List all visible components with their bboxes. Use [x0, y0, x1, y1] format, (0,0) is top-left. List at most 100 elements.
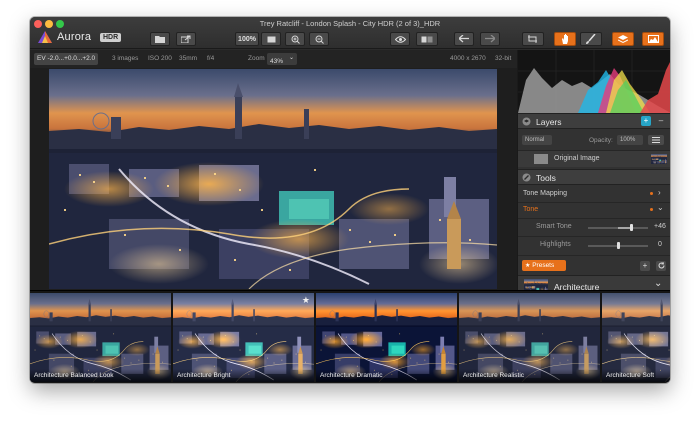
zoom-label: Zoom	[248, 55, 265, 62]
star-icon: ★	[525, 263, 531, 269]
zoom-100-label: 100%	[238, 35, 256, 43]
main-photo	[49, 69, 497, 289]
blend-mode-select[interactable]: Normal	[522, 135, 552, 145]
tools-header[interactable]: Tools	[518, 169, 670, 185]
app-badge: HDR	[100, 33, 122, 42]
right-panel: Layers + – Normal Opacity: 100% Original…	[517, 50, 670, 297]
fit-screen-icon	[267, 36, 275, 42]
undo-button[interactable]	[454, 32, 474, 46]
aperture-value: f/4	[207, 55, 215, 62]
iso-value: ISO 200	[148, 55, 172, 62]
chevron-down-icon: ⌄	[657, 203, 664, 212]
open-button[interactable]	[150, 32, 170, 46]
highlights-knob[interactable]	[616, 242, 620, 249]
remove-layer-button[interactable]: –	[656, 116, 666, 126]
add-layer-button[interactable]: +	[641, 116, 651, 126]
zoom-in-icon	[291, 35, 300, 44]
tone-mapping-label: Tone Mapping	[523, 190, 567, 197]
tools-icon	[522, 173, 531, 182]
window-title: Trey Ratcliff - London Splash - City HDR…	[259, 19, 441, 28]
tone-mapping-row[interactable]: Tone Mapping ›	[518, 187, 670, 201]
refresh-presets-button[interactable]	[656, 261, 666, 271]
layers-icon	[618, 34, 628, 43]
brush-icon	[586, 34, 596, 44]
opacity-select[interactable]: 100%	[617, 135, 643, 145]
histogram	[518, 50, 670, 113]
preset-label: Architecture Bright	[173, 369, 314, 382]
smart-tone-value: +46	[654, 223, 666, 230]
ev-range-badge: EV -2.0...+0.0...+2.0	[34, 53, 99, 65]
preview-toggle-button[interactable]	[390, 32, 410, 46]
zoom-100-button[interactable]: 100%	[235, 32, 259, 46]
focal-length: 35mm	[179, 55, 198, 62]
redo-button[interactable]	[480, 32, 500, 46]
preset-thumbnail[interactable]: Architecture Realistic	[459, 293, 600, 382]
share-icon	[181, 35, 191, 43]
title-toolbar: Trey Ratcliff - London Splash - City HDR…	[30, 17, 670, 49]
layers-stack-icon	[522, 117, 531, 126]
zoom-out-icon	[315, 35, 324, 44]
status-dot-icon	[650, 208, 653, 211]
zoom-in-button[interactable]	[285, 32, 305, 46]
chevron-down-icon: ⌄	[654, 278, 663, 289]
highlights-label: Highlights	[540, 241, 571, 248]
layer-row-original[interactable]: Original Image	[518, 151, 670, 167]
preset-thumbnail[interactable]: Architecture Soft	[602, 293, 670, 382]
crop-icon	[528, 35, 537, 43]
redo-icon	[485, 35, 495, 43]
smart-tone-label: Smart Tone	[536, 223, 572, 230]
zoom-select[interactable]: 43% ⌄	[267, 53, 297, 65]
image-dimensions: 4000 x 2670	[450, 55, 486, 62]
preset-label: Architecture Dramatic	[316, 369, 457, 382]
status-dot-icon	[650, 192, 653, 195]
images-count: 3 images	[112, 55, 139, 62]
fit-screen-button[interactable]	[261, 32, 281, 46]
tone-label: Tone	[523, 206, 539, 213]
preset-label: Architecture Balanced Look	[30, 369, 171, 382]
aurora-logo-icon	[38, 31, 52, 43]
layer-thumbnail	[534, 154, 548, 164]
crop-tool-button[interactable]	[522, 32, 544, 46]
compare-button[interactable]	[416, 32, 438, 46]
undo-icon	[459, 35, 469, 43]
highlights-value: 0	[658, 241, 662, 248]
layer-menu-button[interactable]	[648, 135, 664, 145]
opacity-label: Opacity:	[589, 137, 613, 144]
tools-title: Tools	[536, 173, 556, 183]
open-folder-icon	[155, 36, 165, 43]
bit-depth: 32-bit	[495, 55, 512, 62]
smart-tone-knob[interactable]	[630, 224, 634, 231]
histogram-icon	[647, 35, 659, 43]
chevron-down-icon: ⌄	[288, 55, 294, 61]
preset-thumbnail[interactable]: Architecture Dramatic	[316, 293, 457, 382]
histogram-view-button[interactable]	[642, 32, 664, 46]
zoom-out-button[interactable]	[309, 32, 329, 46]
hand-icon	[561, 34, 568, 44]
favorite-star-icon[interactable]: ★	[302, 295, 310, 306]
share-button[interactable]	[176, 32, 196, 46]
preset-thumbnail[interactable]: Architecture Balanced Look	[30, 293, 171, 382]
image-canvas[interactable]	[30, 68, 517, 290]
zoom-select-value: 43%	[270, 58, 284, 65]
hand-tool-button[interactable]	[554, 32, 576, 46]
chevron-right-icon: ›	[658, 188, 661, 197]
layers-view-button[interactable]	[612, 32, 634, 46]
layer-name: Original Image	[554, 155, 600, 162]
compare-icon	[421, 36, 433, 42]
preset-thumbnail-selected[interactable]: ★ Architecture Bright	[173, 293, 314, 382]
preset-label: Architecture Soft	[602, 369, 670, 382]
presets-button[interactable]: ★ Presets	[522, 260, 566, 271]
app-name: Aurora	[57, 31, 92, 43]
layer-mask-thumbnail	[651, 154, 667, 164]
image-info-bar: EV -2.0...+0.0...+2.0 3 images ISO 200 3…	[30, 50, 517, 68]
brush-tool-button[interactable]	[580, 32, 602, 46]
menu-lines-icon	[652, 137, 660, 143]
presets-label: Presets	[532, 262, 555, 269]
tone-row[interactable]: Tone ⌄	[518, 203, 670, 217]
app-window: Trey Ratcliff - London Splash - City HDR…	[30, 17, 670, 383]
add-preset-button[interactable]: +	[640, 261, 650, 271]
layers-title: Layers	[536, 117, 562, 127]
presets-filmstrip: Architecture Balanced Look ★ Architectur…	[30, 290, 670, 383]
opacity-value: 100%	[620, 137, 636, 143]
layers-header[interactable]: Layers + –	[518, 113, 670, 129]
